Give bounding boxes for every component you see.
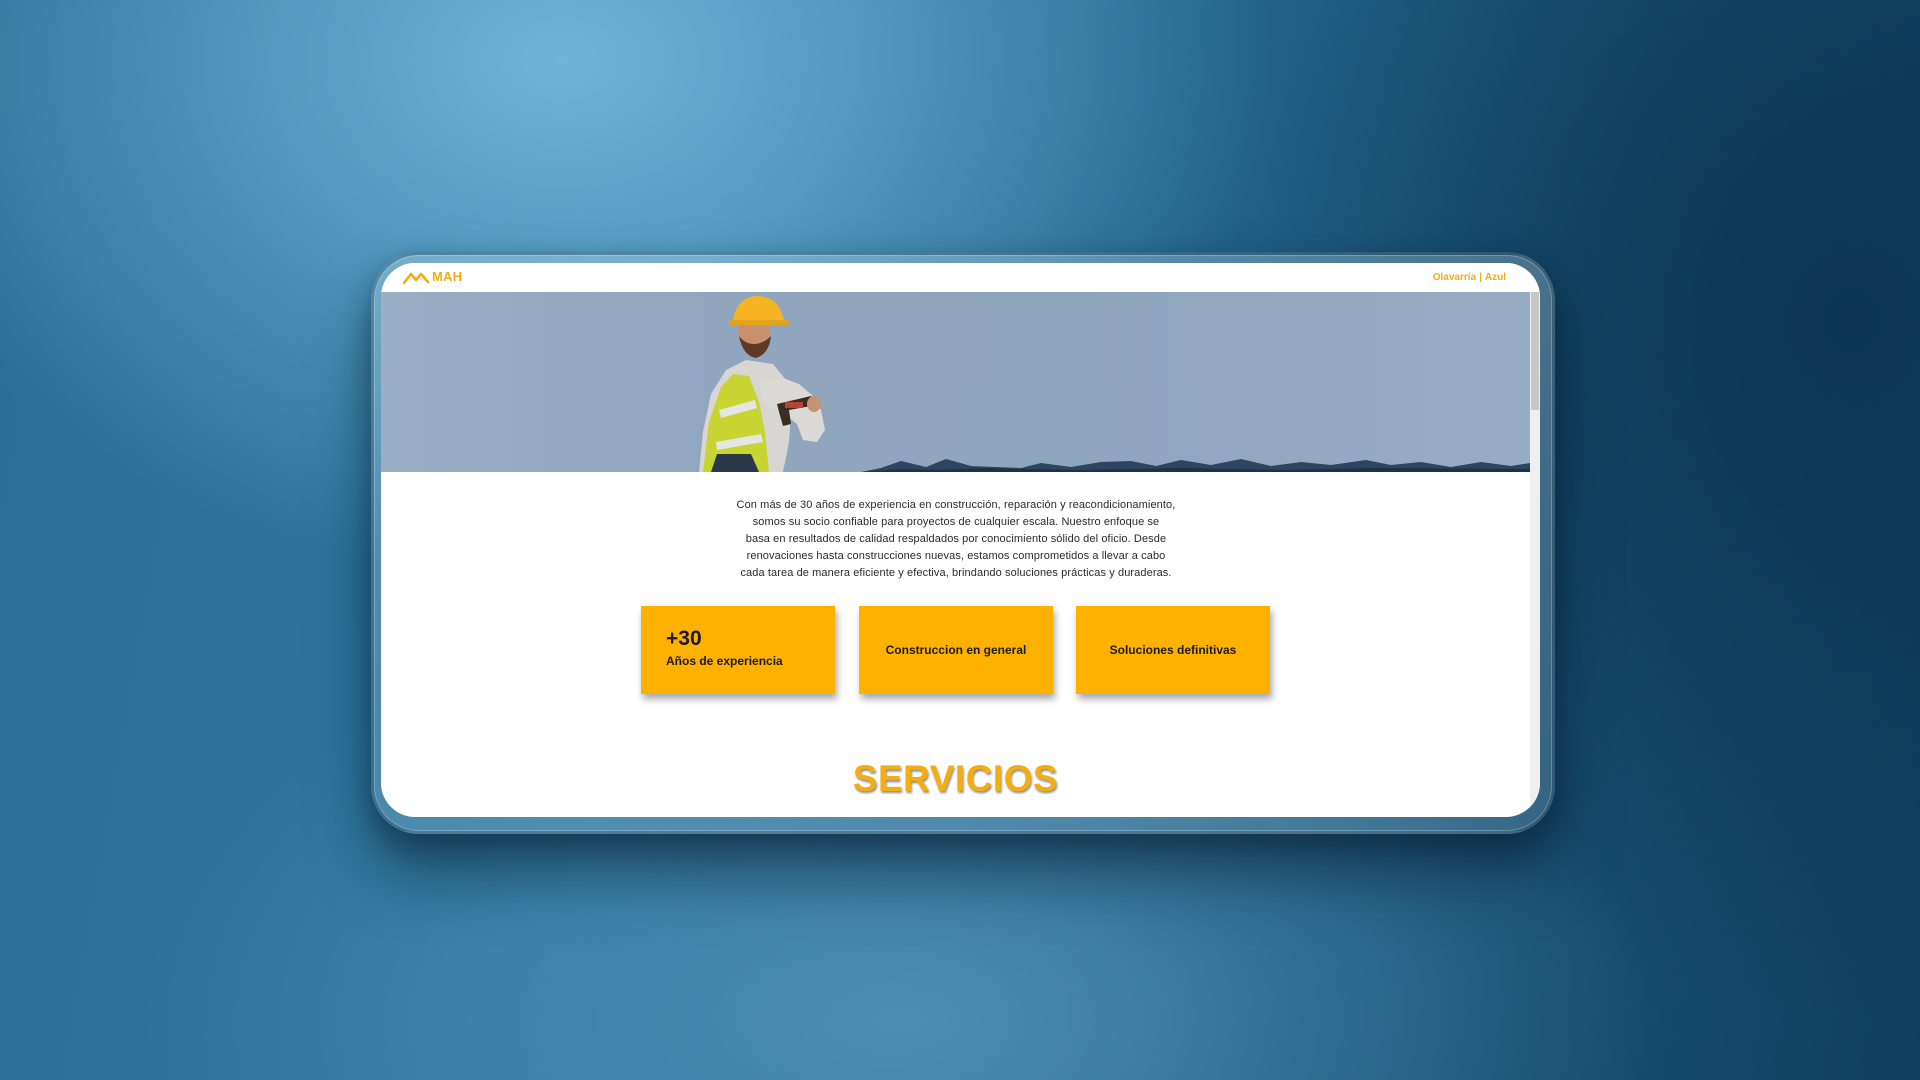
intro-line: cada tarea de manera eficiente y efectiv… (740, 567, 1172, 579)
feature-card-solutions: Soluciones definitivas (1076, 606, 1270, 694)
mountain-logo-icon (403, 272, 430, 285)
browser-screen: MAH Olavarría | Azul Con más de 30 años … (381, 263, 1540, 817)
services-heading: SERVICIOS (852, 758, 1059, 799)
experience-label: Años de experiencia (666, 654, 783, 668)
feature-card-construction: Construccion en general (859, 606, 1053, 694)
construction-worker-photo (699, 296, 1530, 472)
experience-years: +30 (666, 627, 702, 650)
logo-text: MAH (432, 269, 463, 284)
construction-label: Construccion en general (885, 643, 1027, 657)
intro-line: somos su socio confiable para proyectos … (752, 516, 1160, 528)
feature-card-experience: +30 Años de experiencia (641, 606, 835, 694)
top-navbar: MAH Olavarría | Azul (381, 263, 1540, 292)
scrollbar-thumb[interactable] (1531, 292, 1539, 410)
intro-line: basa en resultados de calidad respaldado… (745, 533, 1167, 545)
brand-logo[interactable]: MAH (403, 269, 462, 285)
hero-banner-image (381, 292, 1530, 472)
intro-line: Con más de 30 años de experiencia en con… (736, 499, 1176, 511)
intro-paragraph: Con más de 30 años de experiencia en con… (711, 497, 1201, 582)
intro-line: renovaciones hasta construcciones nuevas… (746, 550, 1166, 562)
nav-link-azul[interactable]: Azul (1485, 272, 1506, 283)
nav-separator: | (1479, 272, 1482, 283)
solutions-label: Soluciones definitivas (1109, 643, 1237, 657)
nav-link-olavarria[interactable]: Olavarría (1433, 272, 1476, 283)
vertical-scrollbar[interactable] (1530, 292, 1540, 817)
nav-links: Olavarría | Azul (1433, 272, 1506, 283)
